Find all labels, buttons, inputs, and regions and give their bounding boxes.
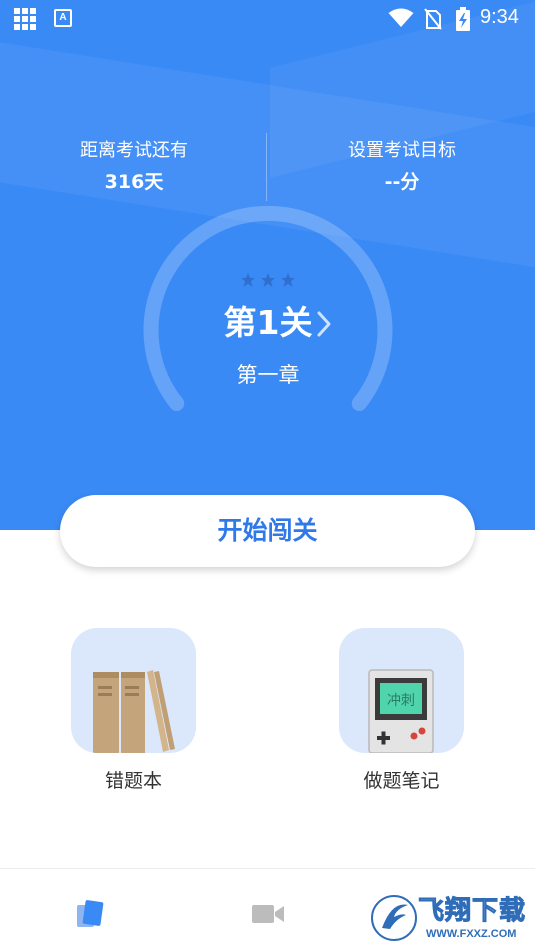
- watermark-title: 飞翔下载: [418, 896, 527, 927]
- game-console-icon: 冲刺: [368, 669, 434, 753]
- watermark-url: WWW.FXXZ.COM: [426, 928, 517, 940]
- keyboard-icon: A: [54, 9, 72, 27]
- clock: 9:34: [480, 6, 519, 28]
- exam-target[interactable]: 设置考试目标 --分: [268, 138, 535, 200]
- start-challenge-button[interactable]: 开始闯关: [60, 495, 475, 567]
- battery-charging-icon: [456, 7, 470, 31]
- level-stars: [241, 273, 295, 287]
- console-screen-text: 冲刺: [387, 693, 415, 709]
- feature-label[interactable]: 错题本: [71, 767, 196, 795]
- feature-tile[interactable]: 冲刺: [339, 628, 464, 753]
- chapter-label: 第一章: [236, 363, 300, 387]
- book-icon[interactable]: [74, 899, 106, 929]
- status-bar: A 9:34: [0, 0, 535, 36]
- chevron-right-icon[interactable]: [316, 310, 332, 338]
- mistake-book-entry[interactable]: 错题本: [71, 628, 196, 795]
- countdown-value: 316天: [104, 171, 164, 193]
- video-camera-icon[interactable]: [251, 902, 285, 926]
- books-icon: [93, 670, 175, 753]
- feature-tile[interactable]: [71, 628, 196, 753]
- target-value[interactable]: --分: [268, 164, 535, 200]
- wifi-icon: [388, 8, 414, 27]
- no-sim-icon: [424, 8, 442, 30]
- grid-icon: [14, 8, 36, 30]
- exam-countdown: 距离考试还有 316天: [0, 138, 268, 200]
- target-label[interactable]: 设置考试目标: [268, 138, 535, 164]
- study-notes-entry[interactable]: 冲刺 做题笔记: [339, 628, 464, 795]
- countdown-label: 距离考试还有: [80, 140, 188, 161]
- divider: [266, 133, 267, 201]
- feature-label[interactable]: 做题笔记: [339, 767, 464, 795]
